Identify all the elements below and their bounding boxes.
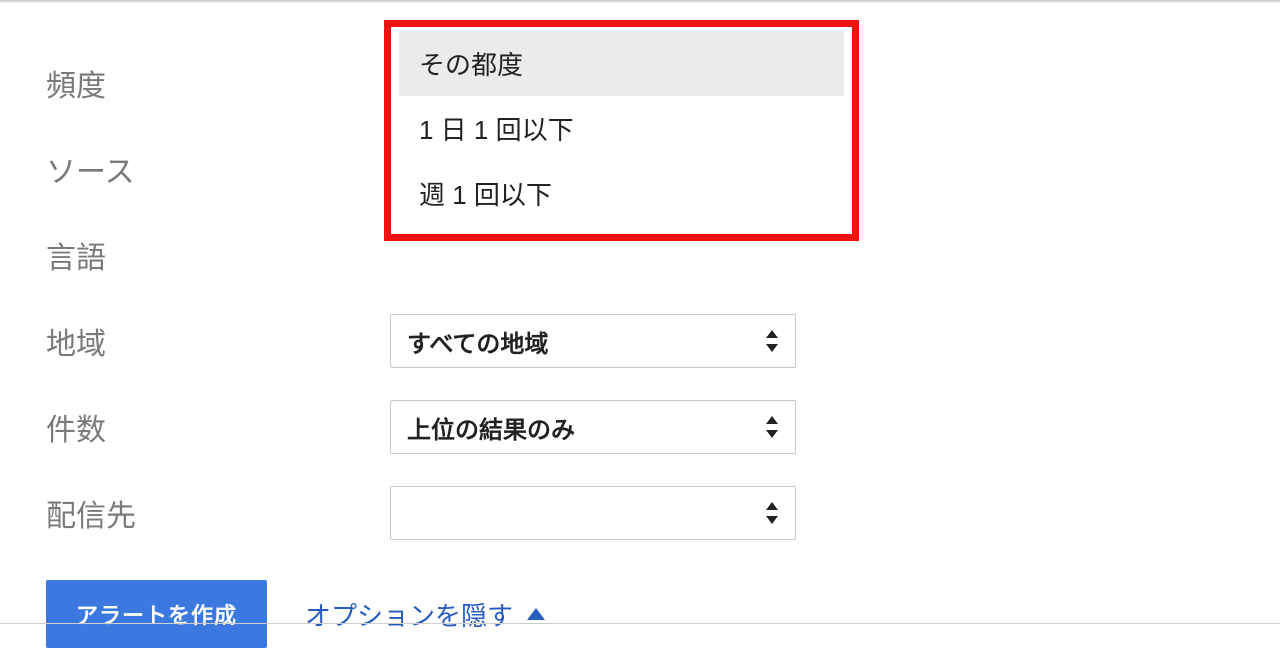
create-alert-button[interactable]: アラートを作成	[46, 580, 267, 648]
select-count[interactable]: 上位の結果のみ	[390, 400, 796, 454]
label-region: 地域	[46, 319, 390, 363]
label-language: 言語	[46, 233, 390, 277]
select-region-wrap: すべての地域	[390, 314, 796, 368]
actions-row: アラートを作成 オプションを隠す	[46, 580, 1234, 648]
select-region[interactable]: すべての地域	[390, 314, 796, 368]
select-count-wrap: 上位の結果のみ	[390, 400, 796, 454]
row-deliver-to: 配信先	[46, 470, 1234, 556]
frequency-option-once-a-day[interactable]: 1 日 1 回以下	[399, 96, 844, 161]
frequency-option-once-a-week[interactable]: 週 1 回以下	[399, 161, 844, 226]
updown-icon	[763, 414, 781, 440]
frequency-option-as-it-happens[interactable]: その都度	[399, 31, 844, 96]
chevron-up-icon	[527, 608, 545, 620]
select-region-value: すべての地域	[407, 324, 548, 359]
select-deliver-to[interactable]	[390, 486, 796, 540]
select-count-value: 上位の結果のみ	[407, 410, 575, 445]
label-frequency: 頻度	[46, 61, 390, 105]
select-deliver-to-wrap	[390, 486, 796, 540]
top-shadow	[0, 0, 1280, 3]
frequency-dropdown: その都度 1 日 1 回以下 週 1 回以下	[384, 20, 859, 241]
label-count: 件数	[46, 405, 390, 449]
updown-icon	[763, 500, 781, 526]
row-count: 件数 上位の結果のみ	[46, 384, 1234, 470]
row-region: 地域 すべての地域	[46, 298, 1234, 384]
frequency-dropdown-list: その都度 1 日 1 回以下 週 1 回以下	[391, 27, 852, 234]
updown-icon	[763, 328, 781, 354]
bottom-divider	[0, 623, 1280, 624]
label-deliver-to: 配信先	[46, 491, 390, 535]
label-source: ソース	[46, 147, 390, 191]
